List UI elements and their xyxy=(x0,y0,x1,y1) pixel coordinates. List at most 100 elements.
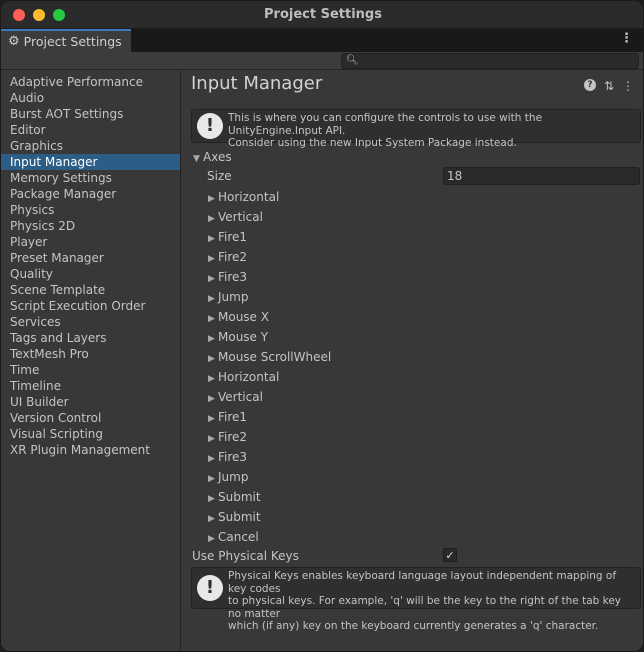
axis-foldout-item[interactable]: ▶ Vertical xyxy=(208,207,263,227)
axis-foldout-item[interactable]: ▶ Fire1 xyxy=(208,407,247,427)
sidebar-item-graphics[interactable]: Graphics xyxy=(1,138,180,154)
chevron-right-icon: ▶ xyxy=(208,514,215,524)
sidebar-item-scene-template[interactable]: Scene Template xyxy=(1,282,180,298)
sidebar-item-quality[interactable]: Quality xyxy=(1,266,180,282)
chevron-right-icon: ▶ xyxy=(208,314,215,324)
axis-foldout-item[interactable]: ▶ Vertical xyxy=(208,387,263,407)
sidebar-item-version-control[interactable]: Version Control xyxy=(1,410,180,426)
axis-label: Mouse ScrollWheel xyxy=(218,350,332,364)
search-row: 🔍︎ xyxy=(1,52,643,70)
sidebar-item-memory-settings[interactable]: Memory Settings xyxy=(1,170,180,186)
sidebar-item-input-manager[interactable]: Input Manager xyxy=(1,154,180,170)
chevron-right-icon: ▶ xyxy=(208,334,215,344)
axis-label: Fire1 xyxy=(218,410,248,424)
warning-icon: ! xyxy=(197,113,223,139)
chevron-right-icon: ▶ xyxy=(208,394,215,404)
axis-foldout-item[interactable]: ▶ Fire2 xyxy=(208,427,247,447)
axis-foldout-item[interactable]: ▶ Mouse Y xyxy=(208,327,268,347)
chevron-right-icon: ▶ xyxy=(208,194,215,204)
axes-foldout[interactable]: ▼ Axes xyxy=(193,147,232,167)
axis-foldout-item[interactable]: ▶ Cancel xyxy=(208,527,259,547)
sidebar-item-physics-2d[interactable]: Physics 2D xyxy=(1,218,180,234)
axis-foldout-item[interactable]: ▶ Mouse ScrollWheel xyxy=(208,347,331,367)
axis-label: Fire1 xyxy=(218,230,248,244)
axis-label: Cancel xyxy=(218,530,259,544)
sidebar-item-timeline[interactable]: Timeline xyxy=(1,378,180,394)
axis-foldout-item[interactable]: ▶ Jump xyxy=(208,287,248,307)
more-options-icon[interactable]: ⋮ xyxy=(620,32,633,46)
size-label: Size xyxy=(207,169,232,183)
info-line: which (if any) key on the keyboard curre… xyxy=(228,620,599,632)
sidebar-item-burst-aot-settings[interactable]: Burst AOT Settings xyxy=(1,106,180,122)
info-line: Physical Keys enables keyboard language … xyxy=(228,570,617,595)
sidebar-item-physics[interactable]: Physics xyxy=(1,202,180,218)
axis-label: Horizontal xyxy=(218,190,280,204)
tab-project-settings[interactable]: ⚙ Project Settings xyxy=(1,29,131,52)
project-settings-window: Project Settings ⚙ Project Settings ⋮ 🔍︎… xyxy=(0,0,644,652)
warning-icon: ! xyxy=(197,575,223,601)
use-physical-keys-checkbox[interactable]: ✓ xyxy=(443,548,457,562)
axis-foldout-item[interactable]: ▶ Jump xyxy=(208,467,248,487)
sidebar-item-audio[interactable]: Audio xyxy=(1,90,180,106)
axis-label: Submit xyxy=(218,510,261,524)
header-icons: ? ⇅ ⋮ xyxy=(583,79,634,93)
info-box-physical-keys: ! Physical Keys enables keyboard languag… xyxy=(191,567,641,632)
use-physical-keys-label: Use Physical Keys xyxy=(192,549,299,563)
sidebar-item-xr-plugin-management[interactable]: XR Plugin Management xyxy=(1,442,180,458)
sidebar-item-player[interactable]: Player xyxy=(1,234,180,250)
axis-label: Vertical xyxy=(218,390,263,404)
search-input[interactable]: 🔍︎ xyxy=(341,53,639,69)
axis-label: Mouse X xyxy=(218,310,269,324)
sidebar-item-package-manager[interactable]: Package Manager xyxy=(1,186,180,202)
axis-foldout-item[interactable]: ▶ Horizontal xyxy=(208,367,279,387)
chevron-right-icon: ▶ xyxy=(208,534,215,544)
chevron-right-icon: ▶ xyxy=(208,414,215,424)
sidebar-item-time[interactable]: Time xyxy=(1,362,180,378)
sliders-icon[interactable]: ⇅ xyxy=(604,79,614,93)
chevron-right-icon: ▶ xyxy=(208,494,215,504)
sidebar-item-editor[interactable]: Editor xyxy=(1,122,180,138)
chevron-right-icon: ▶ xyxy=(208,234,215,244)
axis-foldout-item[interactable]: ▶ Mouse X xyxy=(208,307,269,327)
input-manager-panel: Input Manager ? ⇅ ⋮ ! This is where you … xyxy=(182,71,643,651)
chevron-right-icon: ▶ xyxy=(208,474,215,484)
axis-foldout-item[interactable]: ▶ Submit xyxy=(208,487,261,507)
sidebar-item-ui-builder[interactable]: UI Builder xyxy=(1,394,180,410)
sidebar-item-adaptive-performance[interactable]: Adaptive Performance xyxy=(1,74,180,90)
sidebar-item-script-execution-order[interactable]: Script Execution Order xyxy=(1,298,180,314)
axis-label: Horizontal xyxy=(218,370,280,384)
chevron-right-icon: ▶ xyxy=(208,254,215,264)
title-bar: Project Settings xyxy=(1,1,643,29)
sidebar-item-preset-manager[interactable]: Preset Manager xyxy=(1,250,180,266)
size-input[interactable]: 18 xyxy=(443,167,640,185)
axis-foldout-item[interactable]: ▶ Submit xyxy=(208,507,261,527)
axis-foldout-item[interactable]: ▶ Horizontal xyxy=(208,187,279,207)
axis-label: Mouse Y xyxy=(218,330,269,344)
info-text: Physical Keys enables keyboard language … xyxy=(228,570,636,633)
sidebar-item-textmesh-pro[interactable]: TextMesh Pro xyxy=(1,346,180,362)
axis-label: Jump xyxy=(218,470,249,484)
chevron-right-icon: ▶ xyxy=(208,354,215,364)
axis-foldout-item[interactable]: ▶ Fire3 xyxy=(208,267,247,287)
sidebar-item-tags-and-layers[interactable]: Tags and Layers xyxy=(1,330,180,346)
axis-foldout-item[interactable]: ▶ Fire3 xyxy=(208,447,247,467)
help-icon[interactable]: ? xyxy=(583,79,596,91)
chevron-right-icon: ▶ xyxy=(208,374,215,384)
info-line: This is where you can configure the cont… xyxy=(228,112,543,137)
more-icon[interactable]: ⋮ xyxy=(622,79,634,93)
axis-label: Fire3 xyxy=(218,450,248,464)
axis-label: Vertical xyxy=(218,210,263,224)
axis-label: Fire2 xyxy=(218,250,248,264)
chevron-right-icon: ▶ xyxy=(208,294,215,304)
axis-foldout-item[interactable]: ▶ Fire2 xyxy=(208,247,247,267)
sidebar-item-services[interactable]: Services xyxy=(1,314,180,330)
chevron-right-icon: ▶ xyxy=(208,454,215,464)
info-line: Consider using the new Input System Pack… xyxy=(228,137,517,149)
axis-foldout-item[interactable]: ▶ Fire1 xyxy=(208,227,247,247)
axis-label: Jump xyxy=(218,290,249,304)
sidebar-item-visual-scripting[interactable]: Visual Scripting xyxy=(1,426,180,442)
chevron-right-icon: ▶ xyxy=(208,274,215,284)
window-title: Project Settings xyxy=(264,7,382,22)
axis-label: Fire3 xyxy=(218,270,248,284)
chevron-right-icon: ▶ xyxy=(208,434,215,444)
